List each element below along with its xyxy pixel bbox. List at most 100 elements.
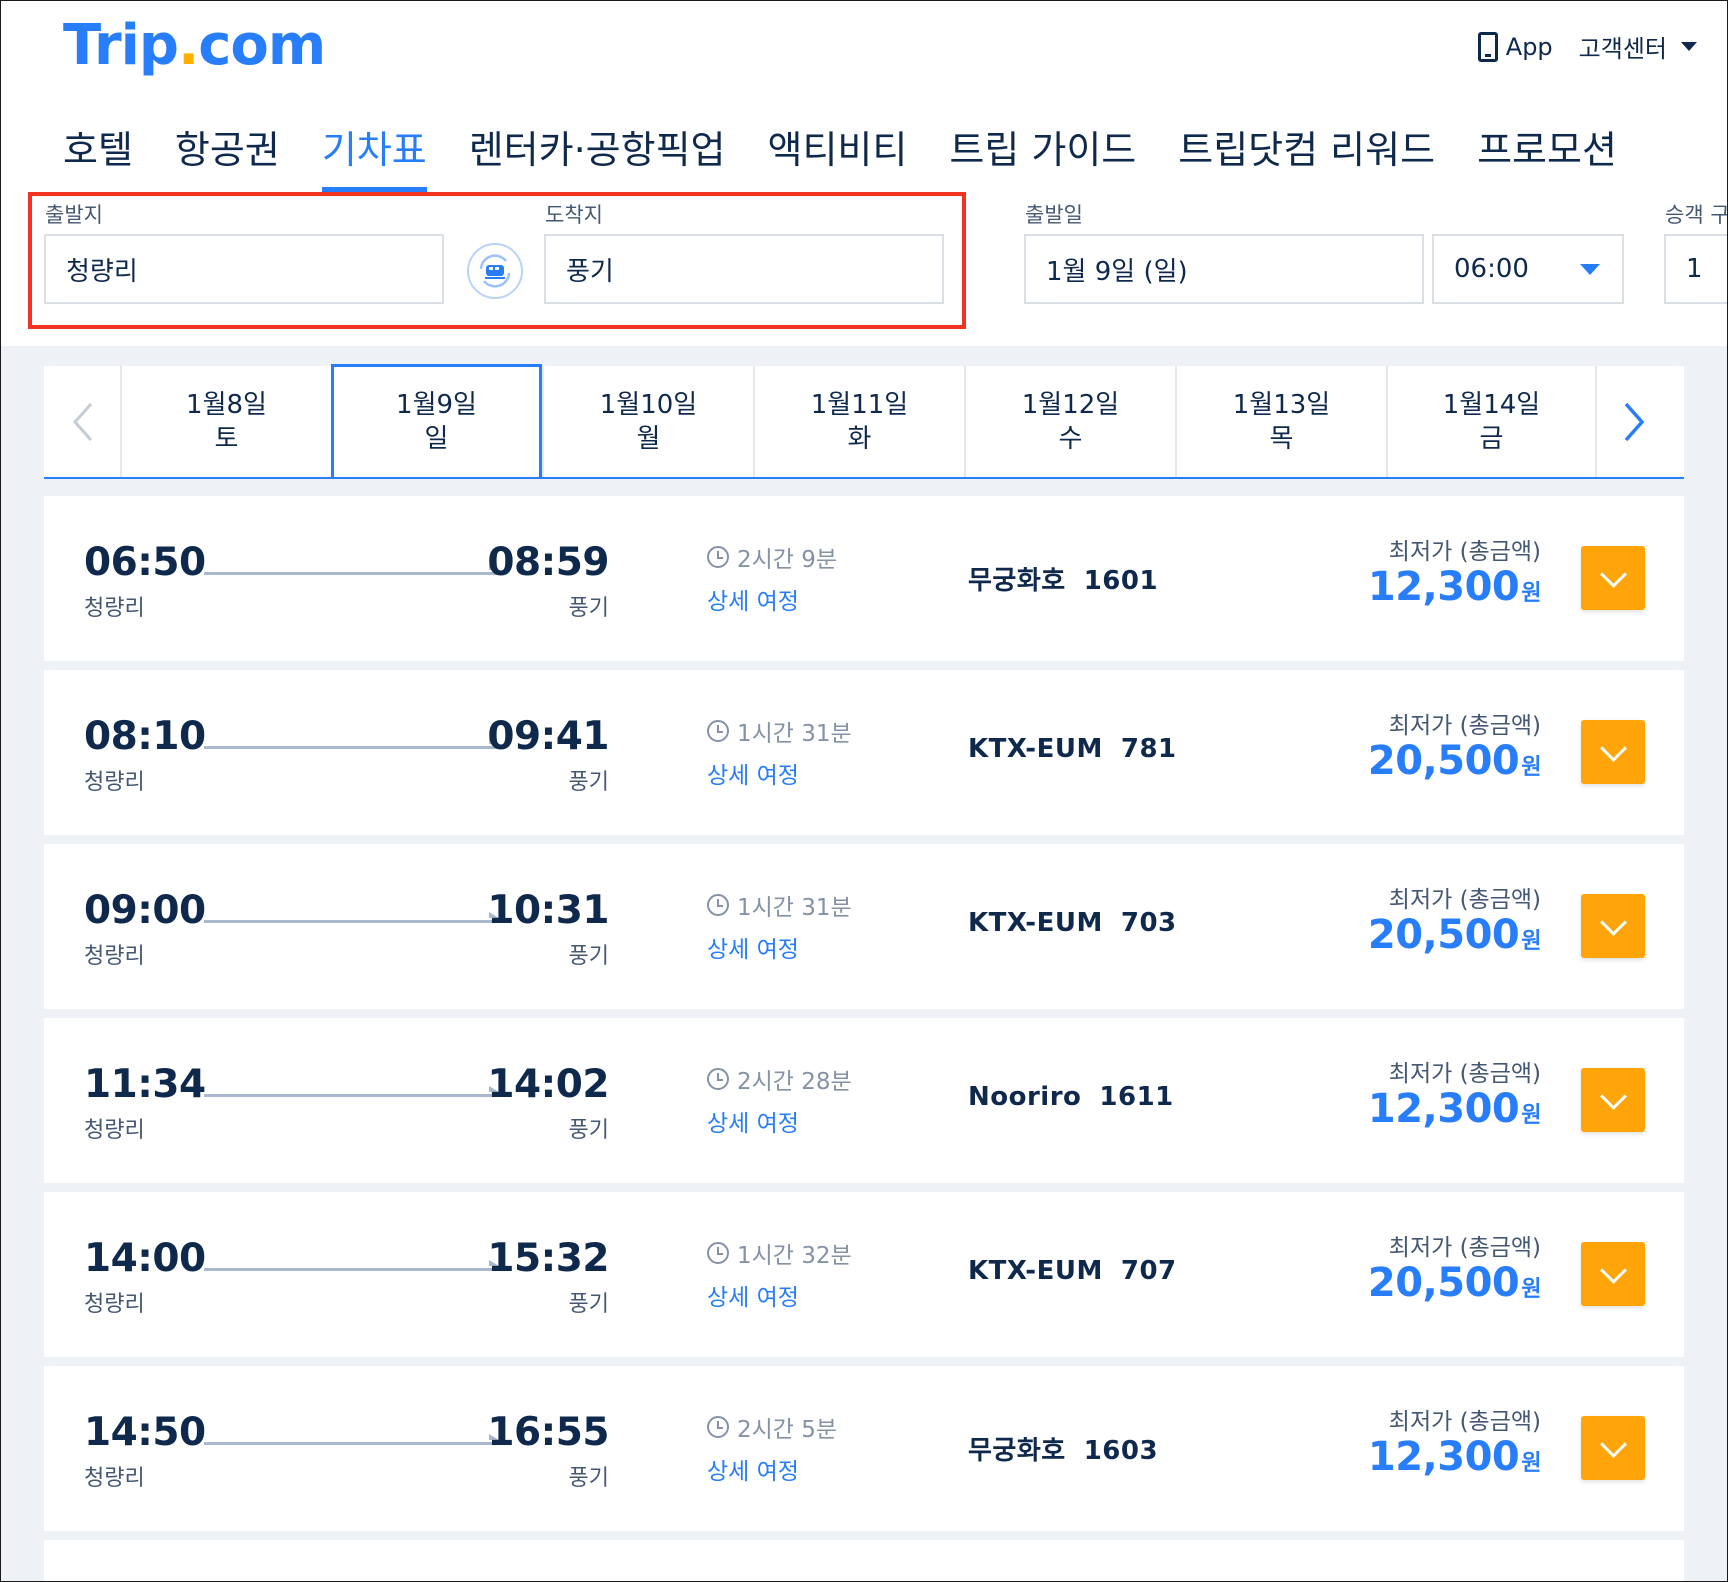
train-result-row[interactable]: 14:50 청량리 16:55 풍기 2시간 5분 상세 여정 무궁화호 1603…	[44, 1366, 1684, 1531]
departure-station: 청량리	[84, 770, 145, 795]
route-arrow	[204, 564, 499, 575]
price: 20,500원	[1368, 912, 1542, 958]
train-number: 1601	[1083, 566, 1159, 596]
itinerary-details-link[interactable]: 상세 여정	[707, 1278, 799, 1312]
tab-activities[interactable]: 액티비티	[768, 119, 908, 192]
currency-unit: 원	[1521, 1451, 1541, 1476]
duration: 1시간 31분	[707, 888, 852, 922]
duration-text: 1시간 32분	[737, 1243, 852, 1269]
date-option[interactable]: 1월8일 토	[120, 366, 331, 477]
departure-time: 11:34	[84, 1062, 206, 1107]
duration-text: 1시간 31분	[737, 721, 852, 747]
train-number: 707	[1120, 1256, 1177, 1286]
tab-car-rental-airport-pickup[interactable]: 렌터카·공항픽업	[469, 119, 726, 192]
departure-time: 06:50	[84, 540, 206, 585]
clock-icon	[707, 1242, 729, 1264]
train-result-row[interactable]: 09:00 청량리 10:31 풍기 1시간 31분 상세 여정 KTX-EUM…	[44, 844, 1684, 1009]
date-option[interactable]: 1월11일 화	[753, 366, 964, 477]
route-arrow	[204, 1260, 499, 1271]
itinerary-details-link[interactable]: 상세 여정	[707, 756, 799, 790]
train-name: 무궁화호 1603	[968, 1430, 1158, 1467]
departure-date-input[interactable]: 1월 9일 (일)	[1024, 234, 1424, 304]
weekday-label: 목	[1269, 423, 1294, 454]
passenger-label: 승객 구	[1665, 203, 1728, 227]
product-tabs: 호텔 항공권 기차표 렌터카·공항픽업 액티비티 트립 가이드 트립닷컴 리워드…	[63, 119, 1617, 192]
train-result-row[interactable]: 11:34 청량리 14:02 풍기 2시간 28분 상세 여정 Nooriro…	[44, 1018, 1684, 1183]
train-name: KTX-EUM 703	[968, 908, 1177, 938]
departure-time-select[interactable]: 06:00	[1432, 234, 1624, 304]
expand-button[interactable]	[1581, 894, 1645, 958]
itinerary-details-link[interactable]: 상세 여정	[707, 1452, 799, 1486]
chevron-right-icon	[1624, 402, 1645, 441]
app-label: App	[1505, 32, 1553, 61]
price: 20,500원	[1367, 738, 1542, 784]
train-result-row[interactable]: 08:10 청량리 09:41 풍기 1시간 31분 상세 여정 KTX-EUM…	[44, 670, 1684, 835]
train-number: 703	[1120, 908, 1177, 938]
lowest-price-label: 최저가 (총금액)	[1388, 1061, 1541, 1087]
date-option[interactable]: 1월13일 목	[1175, 366, 1386, 477]
tab-rewards[interactable]: 트립닷컴 리워드	[1178, 119, 1435, 192]
duration-text: 2시간 9분	[737, 547, 838, 573]
train-type: 무궁화호	[968, 1436, 1066, 1466]
tab-flights[interactable]: 항공권	[175, 119, 280, 192]
date-option[interactable]: 1월14일 금	[1386, 366, 1597, 477]
tab-hotel[interactable]: 호텔	[63, 119, 133, 192]
price-amount: 12,300	[1367, 564, 1520, 610]
weekday-label: 토	[214, 423, 239, 454]
clock-icon	[707, 546, 729, 568]
mobile-phone-icon	[1477, 31, 1498, 62]
expand-button[interactable]	[1581, 1242, 1645, 1306]
arrival-station: 풍기	[568, 596, 609, 621]
tripcom-logo[interactable]: Trip.com	[63, 13, 326, 78]
weekday-label: 화	[847, 423, 872, 454]
price: 12,300원	[1368, 1434, 1542, 1480]
date-option-selected[interactable]: 1월9일 일	[331, 364, 542, 477]
duration-text: 2시간 28분	[737, 1069, 852, 1095]
chevron-down-icon	[1599, 1082, 1627, 1110]
expand-button[interactable]	[1581, 720, 1645, 784]
duration-text: 2시간 5분	[737, 1417, 838, 1443]
train-type: Nooriro	[968, 1082, 1082, 1112]
duration: 1시간 32분	[707, 1236, 852, 1270]
date-option[interactable]: 1월12일 수	[964, 366, 1175, 477]
itinerary-details-link[interactable]: 상세 여정	[707, 582, 799, 616]
route-arrow	[204, 1434, 499, 1445]
price-amount: 12,300	[1367, 1086, 1520, 1132]
tab-trip-guide[interactable]: 트립 가이드	[949, 119, 1136, 192]
date-label: 1월9일	[396, 390, 477, 420]
itinerary-details-link[interactable]: 상세 여정	[707, 1104, 799, 1138]
chevron-down-icon	[1599, 560, 1627, 588]
arrival-station: 풍기	[568, 1466, 609, 1491]
date-label: 1월8일	[186, 389, 267, 420]
price-amount: 20,500	[1367, 1260, 1520, 1306]
departure-time: 14:50	[84, 1410, 206, 1455]
train-result-row[interactable]: 06:50 청량리 08:59 풍기 2시간 9분 상세 여정 무궁화호 1601…	[44, 496, 1684, 661]
tab-promotions[interactable]: 프로모션	[1477, 119, 1617, 192]
date-label: 1월10일	[599, 389, 698, 420]
expand-button[interactable]	[1581, 1068, 1645, 1132]
duration: 1시간 31분	[707, 714, 852, 748]
currency-unit: 원	[1521, 581, 1541, 606]
departure-station: 청량리	[84, 1118, 145, 1143]
customer-service-label: 고객센터	[1578, 35, 1667, 63]
prev-dates-button[interactable]	[44, 366, 120, 477]
passenger-input[interactable]: 1	[1664, 234, 1727, 304]
date-option[interactable]: 1월10일 월	[542, 366, 753, 477]
lowest-price-label: 최저가 (총금액)	[1388, 887, 1541, 913]
train-result-row[interactable]: 14:00 청량리 15:32 풍기 1시간 32분 상세 여정 KTX-EUM…	[44, 1192, 1684, 1357]
price-amount: 20,500	[1367, 738, 1520, 784]
chevron-down-icon	[1599, 1256, 1627, 1284]
tab-trains[interactable]: 기차표	[321, 119, 427, 192]
passenger-value: 1	[1686, 254, 1703, 284]
train-name: Nooriro 1611	[968, 1082, 1174, 1112]
expand-button[interactable]	[1581, 546, 1645, 610]
customer-service-menu[interactable]: 고객센터	[1579, 29, 1697, 64]
next-dates-button[interactable]	[1597, 366, 1673, 477]
app-link[interactable]: App	[1477, 31, 1553, 62]
itinerary-details-link[interactable]: 상세 여정	[707, 930, 799, 964]
header-utilities: App 고객센터	[1477, 29, 1697, 64]
arrival-time: 10:31	[487, 888, 609, 933]
departure-time: 09:00	[84, 888, 206, 933]
lowest-price-label: 최저가 (총금액)	[1388, 713, 1541, 739]
expand-button[interactable]	[1581, 1416, 1645, 1480]
